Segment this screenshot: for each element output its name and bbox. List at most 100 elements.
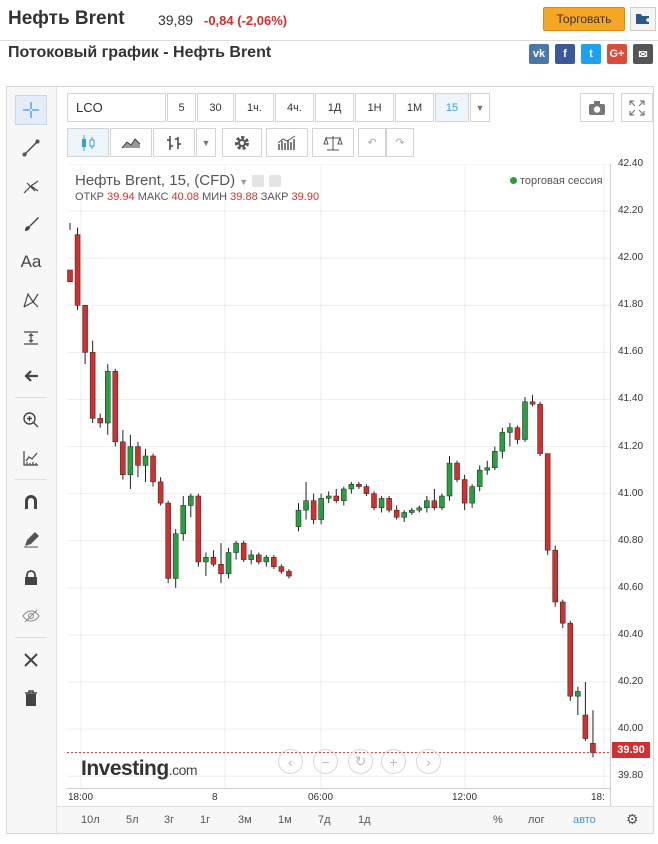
- range-7d[interactable]: 7д: [318, 814, 331, 826]
- ohlc-legend: ОТКР 39.94 МАКС 40.08 МИН 39.88 ЗАКР 39.…: [75, 191, 319, 203]
- pitchfork-icon: [23, 180, 39, 194]
- symbol-text: LCO: [76, 100, 103, 115]
- price-chart[interactable]: [67, 164, 610, 788]
- brush-tool[interactable]: [15, 209, 47, 239]
- redo-button[interactable]: ↷: [386, 128, 414, 157]
- interval-1m[interactable]: 1М: [395, 93, 434, 122]
- interval-1h[interactable]: 1ч.: [235, 93, 274, 122]
- compare-button[interactable]: [312, 128, 354, 157]
- fullscreen-button[interactable]: [621, 93, 653, 122]
- trade-button[interactable]: Торговать: [543, 7, 625, 31]
- candle-body: [263, 556, 270, 563]
- candle-body: [248, 554, 254, 560]
- candle-body: [476, 469, 483, 487]
- price-axis[interactable]: [610, 164, 611, 806]
- measure-tool[interactable]: [15, 323, 47, 353]
- candle-body: [188, 495, 194, 506]
- zoom-tool[interactable]: [15, 405, 47, 435]
- vk-share-button[interactable]: vk: [529, 44, 549, 64]
- time-tick-label: 12:00: [452, 792, 478, 803]
- price-tick-label: 42.00: [618, 252, 644, 264]
- auto-scale-toggle[interactable]: авто: [573, 814, 596, 826]
- interval-1d[interactable]: 1Д: [315, 93, 354, 122]
- indicators-icon: [277, 135, 296, 150]
- last-price: 39,89: [158, 12, 194, 28]
- magnet-tool[interactable]: [15, 487, 47, 517]
- hide-drawings-tool[interactable]: [15, 601, 47, 631]
- range-5y[interactable]: 5л: [126, 814, 139, 826]
- undo-button[interactable]: ↶: [358, 128, 386, 157]
- facebook-share-button[interactable]: f: [555, 44, 575, 64]
- symbol-input[interactable]: LCO: [67, 93, 166, 122]
- candle-body: [172, 533, 179, 579]
- range-10y[interactable]: 10л: [81, 814, 100, 826]
- open-label: ОТКР: [75, 191, 105, 203]
- delete-drawings-tool[interactable]: [15, 683, 47, 713]
- twitter-share-button[interactable]: t: [581, 44, 601, 64]
- chevron-down-icon[interactable]: ▼: [239, 177, 248, 187]
- candle-body: [278, 566, 285, 572]
- eye-icon[interactable]: [252, 175, 265, 188]
- zoom-in-button[interactable]: +: [381, 749, 406, 774]
- gear-icon[interactable]: [268, 175, 281, 188]
- drawing-toolbar: Aa: [7, 87, 57, 833]
- scroll-right-button[interactable]: ›: [416, 749, 441, 774]
- folder-plus-icon: [636, 14, 650, 24]
- reset-chart-button[interactable]: ↻: [348, 749, 373, 774]
- text-tool[interactable]: Aa: [15, 247, 47, 277]
- zoom-out-button[interactable]: −: [313, 749, 338, 774]
- scroll-left-button[interactable]: ‹: [278, 749, 303, 774]
- interval-4h[interactable]: 4ч.: [275, 93, 314, 122]
- range-1d[interactable]: 1д: [358, 814, 371, 826]
- crosshair-tool[interactable]: [15, 95, 47, 125]
- interval-30[interactable]: 30: [197, 93, 234, 122]
- price-change: -0,84 (-2,06%): [204, 13, 288, 28]
- candle-body: [514, 427, 521, 440]
- chart-settings-button[interactable]: [222, 128, 262, 157]
- header-divider: [0, 40, 658, 41]
- range-1m[interactable]: 1м: [278, 814, 292, 826]
- time-tick-label: 06:00: [308, 792, 334, 803]
- interval-15[interactable]: 15: [435, 93, 469, 122]
- chart-style-dropdown[interactable]: ▼: [196, 128, 216, 157]
- pattern-icon: [23, 292, 39, 308]
- interval-1w[interactable]: 1Н: [355, 93, 394, 122]
- percent-scale-toggle[interactable]: %: [493, 814, 503, 826]
- range-1y[interactable]: 1г: [200, 814, 210, 826]
- chart-properties-button[interactable]: ⚙: [626, 811, 639, 828]
- bars-style-button[interactable]: [153, 128, 195, 157]
- log-scale-toggle[interactable]: лог: [528, 814, 545, 826]
- google-plus-share-button[interactable]: G+: [607, 44, 627, 64]
- tools-settings[interactable]: [15, 645, 47, 675]
- lock-tool[interactable]: [15, 563, 47, 593]
- range-3m[interactable]: 3м: [238, 814, 252, 826]
- candle-body: [295, 509, 302, 527]
- pitchfork-tool[interactable]: [15, 171, 47, 201]
- back-arrow-tool[interactable]: [15, 361, 47, 391]
- price-tick-label: 42.40: [618, 158, 644, 169]
- candle-body: [348, 483, 355, 490]
- area-style-button[interactable]: [110, 128, 152, 157]
- candle-body: [590, 743, 596, 753]
- price-tick-label: 41.80: [618, 299, 644, 311]
- range-3y[interactable]: 3г: [164, 814, 174, 826]
- stay-in-drawing-tool[interactable]: [15, 525, 47, 555]
- candle-body: [157, 481, 164, 504]
- trend-line-tool[interactable]: [15, 133, 47, 163]
- scales-icon: [323, 135, 343, 150]
- pattern-tool[interactable]: [15, 285, 47, 315]
- email-share-button[interactable]: ✉: [633, 44, 653, 64]
- candle-body: [341, 488, 347, 501]
- add-to-portfolio-button[interactable]: [630, 7, 656, 31]
- snapshot-button[interactable]: [580, 93, 614, 122]
- candles-style-button[interactable]: [67, 128, 109, 157]
- ruler-tool[interactable]: [15, 443, 47, 473]
- high-label: МАКС: [137, 191, 169, 203]
- interval-dropdown[interactable]: ▼: [470, 93, 490, 122]
- low-value: 39.88: [230, 191, 258, 203]
- time-axis[interactable]: [67, 788, 610, 789]
- interval-5[interactable]: 5: [167, 93, 196, 122]
- indicators-button[interactable]: [266, 128, 308, 157]
- toolbar-divider: [15, 479, 47, 480]
- text-icon: Aa: [20, 252, 42, 271]
